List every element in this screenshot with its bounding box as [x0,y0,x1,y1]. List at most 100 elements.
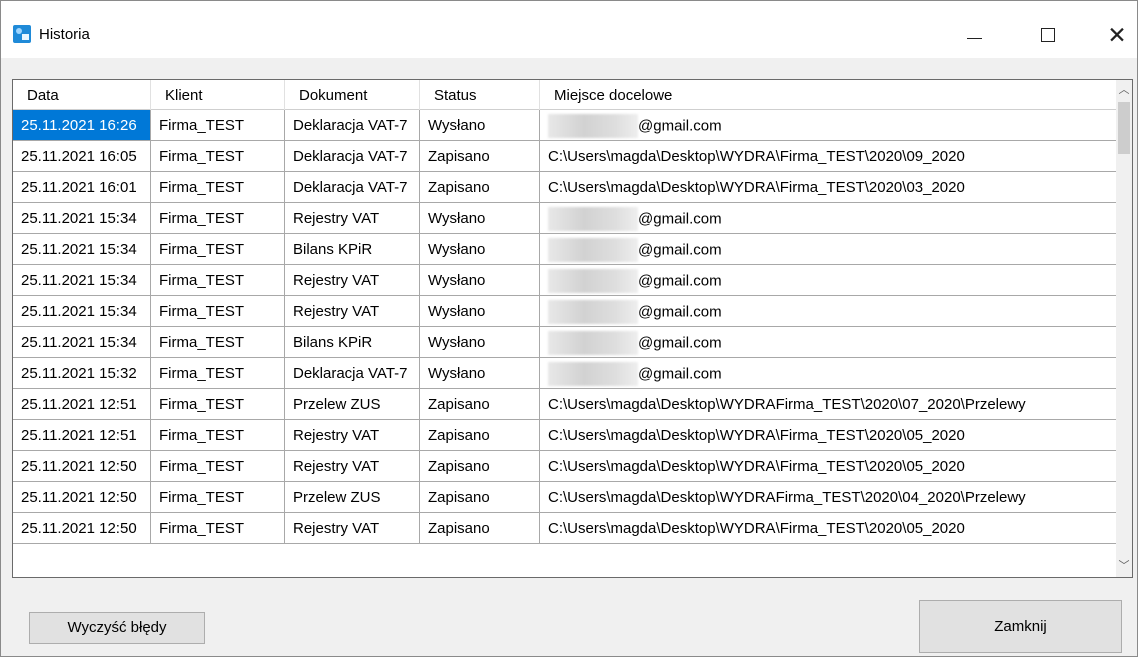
cell-klient[interactable]: Firma_TEST [151,203,285,234]
scroll-down-icon[interactable]: ﹀ [1116,558,1132,575]
cell-dokument[interactable]: Deklaracja VAT-7 [285,141,420,172]
cell-miejsce-docelowe[interactable]: C:\Users\magda\Desktop\WYDRA\Firma_TEST\… [540,172,1119,203]
table-row[interactable]: 25.11.2021 15:34 Firma_TEST Bilans KPiR Wys… [13,234,1119,265]
table-row[interactable]: 25.11.2021 12:51 Firma_TEST Przelew ZUS Zap… [13,389,1119,420]
cell-klient[interactable]: Firma_TEST [151,389,285,420]
cell-dokument[interactable]: Rejestry VAT [285,296,420,327]
cell-klient[interactable]: Firma_TEST [151,358,285,389]
history-grid[interactable]: Data Klient Dokument Status Miejsce doce… [12,79,1133,578]
cell-miejsce-docelowe[interactable]: C:\Users\magda\Desktop\WYDRA\Firma_TEST\… [540,420,1119,451]
cell-dokument[interactable]: Deklaracja VAT-7 [285,110,420,141]
cell-status[interactable]: Wysłano [420,110,540,141]
cell-status[interactable]: Zapisano [420,513,540,544]
table-row[interactable]: 25.11.2021 16:05 Firma_TEST Deklaracja VAT… [13,141,1119,172]
cell-status[interactable]: Zapisano [420,420,540,451]
cell-dokument[interactable]: Przelew ZUS [285,389,420,420]
cell-klient[interactable]: Firma_TEST [151,110,285,141]
cell-dokument[interactable]: Rejestry VAT [285,420,420,451]
cell-status[interactable]: Wysłano [420,296,540,327]
cell-data[interactable]: 25.11.2021 15:34 [13,296,151,327]
clear-errors-button[interactable]: Wyczyść błędy [29,612,205,644]
cell-data[interactable]: 25.11.2021 15:34 [13,234,151,265]
cell-dokument[interactable]: Rejestry VAT [285,451,420,482]
cell-miejsce-docelowe[interactable]: C:\Users\magda\Desktop\WYDRAFirma_TEST\2… [540,482,1119,513]
cell-klient[interactable]: Firma_TEST [151,451,285,482]
maximize-button[interactable] [1025,13,1071,57]
cell-dokument[interactable]: Rejestry VAT [285,265,420,296]
cell-miejsce-docelowe[interactable]: C:\Users\magda\Desktop\WYDRA\Firma_TEST\… [540,141,1119,172]
cell-data[interactable]: 25.11.2021 16:05 [13,141,151,172]
close-window-button[interactable]: ✕ [1094,13,1138,57]
cell-miejsce-docelowe[interactable]: @gmail.com [540,110,1119,141]
cell-miejsce-docelowe[interactable]: @gmail.com [540,327,1119,358]
cell-miejsce-docelowe[interactable]: @gmail.com [540,358,1119,389]
cell-data[interactable]: 25.11.2021 15:34 [13,203,151,234]
cell-klient[interactable]: Firma_TEST [151,327,285,358]
cell-miejsce-docelowe[interactable]: @gmail.com [540,234,1119,265]
cell-status[interactable]: Zapisano [420,172,540,203]
cell-status[interactable]: Wysłano [420,358,540,389]
table-row[interactable]: 25.11.2021 12:50 Firma_TEST Przelew ZUS Zap… [13,482,1119,513]
scrollbar-thumb[interactable] [1118,102,1130,154]
cell-dokument[interactable]: Bilans KPiR [285,234,420,265]
cell-data[interactable]: 25.11.2021 12:50 [13,513,151,544]
table-row[interactable]: 25.11.2021 15:34 Firma_TEST Rejestry VAT Wy… [13,296,1119,327]
cell-klient[interactable]: Firma_TEST [151,234,285,265]
table-row[interactable]: 25.11.2021 12:51 Firma_TEST Rejestry VAT Za… [13,420,1119,451]
cell-klient[interactable]: Firma_TEST [151,141,285,172]
cell-dokument[interactable]: Rejestry VAT [285,203,420,234]
close-button[interactable]: Zamknij [919,600,1122,653]
scroll-up-icon[interactable]: ︿ [1116,82,1132,99]
cell-data[interactable]: 25.11.2021 15:34 [13,265,151,296]
vertical-scrollbar[interactable]: ︿ ﹀ [1116,80,1132,577]
column-header-data[interactable]: Data [13,80,151,110]
table-row[interactable]: 25.11.2021 15:34 Firma_TEST Bilans KPiR Wys… [13,327,1119,358]
table-row[interactable]: 25.11.2021 12:50 Firma_TEST Rejestry VAT Za… [13,513,1119,544]
cell-klient[interactable]: Firma_TEST [151,172,285,203]
cell-data[interactable]: 25.11.2021 15:34 [13,327,151,358]
cell-miejsce-docelowe[interactable]: C:\Users\magda\Desktop\WYDRA\Firma_TEST\… [540,513,1119,544]
cell-data[interactable]: 25.11.2021 12:51 [13,420,151,451]
cell-miejsce-docelowe[interactable]: C:\Users\magda\Desktop\WYDRAFirma_TEST\2… [540,389,1119,420]
cell-dokument[interactable]: Bilans KPiR [285,327,420,358]
table-row[interactable]: 25.11.2021 15:34 Firma_TEST Rejestry VAT Wy… [13,265,1119,296]
minimize-button[interactable] [951,13,997,57]
cell-miejsce-docelowe[interactable]: @gmail.com [540,296,1119,327]
column-header-dokument[interactable]: Dokument [285,80,420,110]
cell-klient[interactable]: Firma_TEST [151,296,285,327]
cell-klient[interactable]: Firma_TEST [151,420,285,451]
cell-dokument[interactable]: Deklaracja VAT-7 [285,358,420,389]
cell-data[interactable]: 25.11.2021 12:51 [13,389,151,420]
table-row[interactable]: 25.11.2021 16:01 Firma_TEST Deklaracja VAT… [13,172,1119,203]
cell-miejsce-docelowe[interactable]: @gmail.com [540,203,1119,234]
table-row[interactable]: 25.11.2021 16:26 Firma_TEST Deklaracja VAT… [13,110,1119,141]
cell-status[interactable]: Zapisano [420,389,540,420]
table-row[interactable]: 25.11.2021 15:34 Firma_TEST Rejestry VAT Wy… [13,203,1119,234]
cell-data[interactable]: 25.11.2021 16:01 [13,172,151,203]
cell-klient[interactable]: Firma_TEST [151,513,285,544]
cell-status[interactable]: Wysłano [420,203,540,234]
cell-data[interactable]: 25.11.2021 16:26 [13,110,151,141]
cell-status[interactable]: Zapisano [420,482,540,513]
cell-data[interactable]: 25.11.2021 15:32 [13,358,151,389]
cell-status[interactable]: Zapisano [420,451,540,482]
table-row[interactable]: 25.11.2021 12:50 Firma_TEST Rejestry VAT Za… [13,451,1119,482]
column-header-klient[interactable]: Klient [151,80,285,110]
cell-status[interactable]: Wysłano [420,327,540,358]
cell-status[interactable]: Wysłano [420,234,540,265]
cell-klient[interactable]: Firma_TEST [151,265,285,296]
cell-dokument[interactable]: Rejestry VAT [285,513,420,544]
column-header-miejsce-docelowe[interactable]: Miejsce docelowe [540,80,1119,110]
cell-dokument[interactable]: Deklaracja VAT-7 [285,172,420,203]
column-header-status[interactable]: Status [420,80,540,110]
cell-data[interactable]: 25.11.2021 12:50 [13,482,151,513]
cell-dokument[interactable]: Przelew ZUS [285,482,420,513]
cell-status[interactable]: Zapisano [420,141,540,172]
table-row[interactable]: 25.11.2021 15:32 Firma_TEST Deklaracja VAT… [13,358,1119,389]
cell-miejsce-docelowe[interactable]: @gmail.com [540,265,1119,296]
cell-miejsce-docelowe[interactable]: C:\Users\magda\Desktop\WYDRA\Firma_TEST\… [540,451,1119,482]
cell-status[interactable]: Wysłano [420,265,540,296]
title-bar[interactable]: Historia ✕ [1,1,1137,58]
cell-data[interactable]: 25.11.2021 12:50 [13,451,151,482]
cell-klient[interactable]: Firma_TEST [151,482,285,513]
